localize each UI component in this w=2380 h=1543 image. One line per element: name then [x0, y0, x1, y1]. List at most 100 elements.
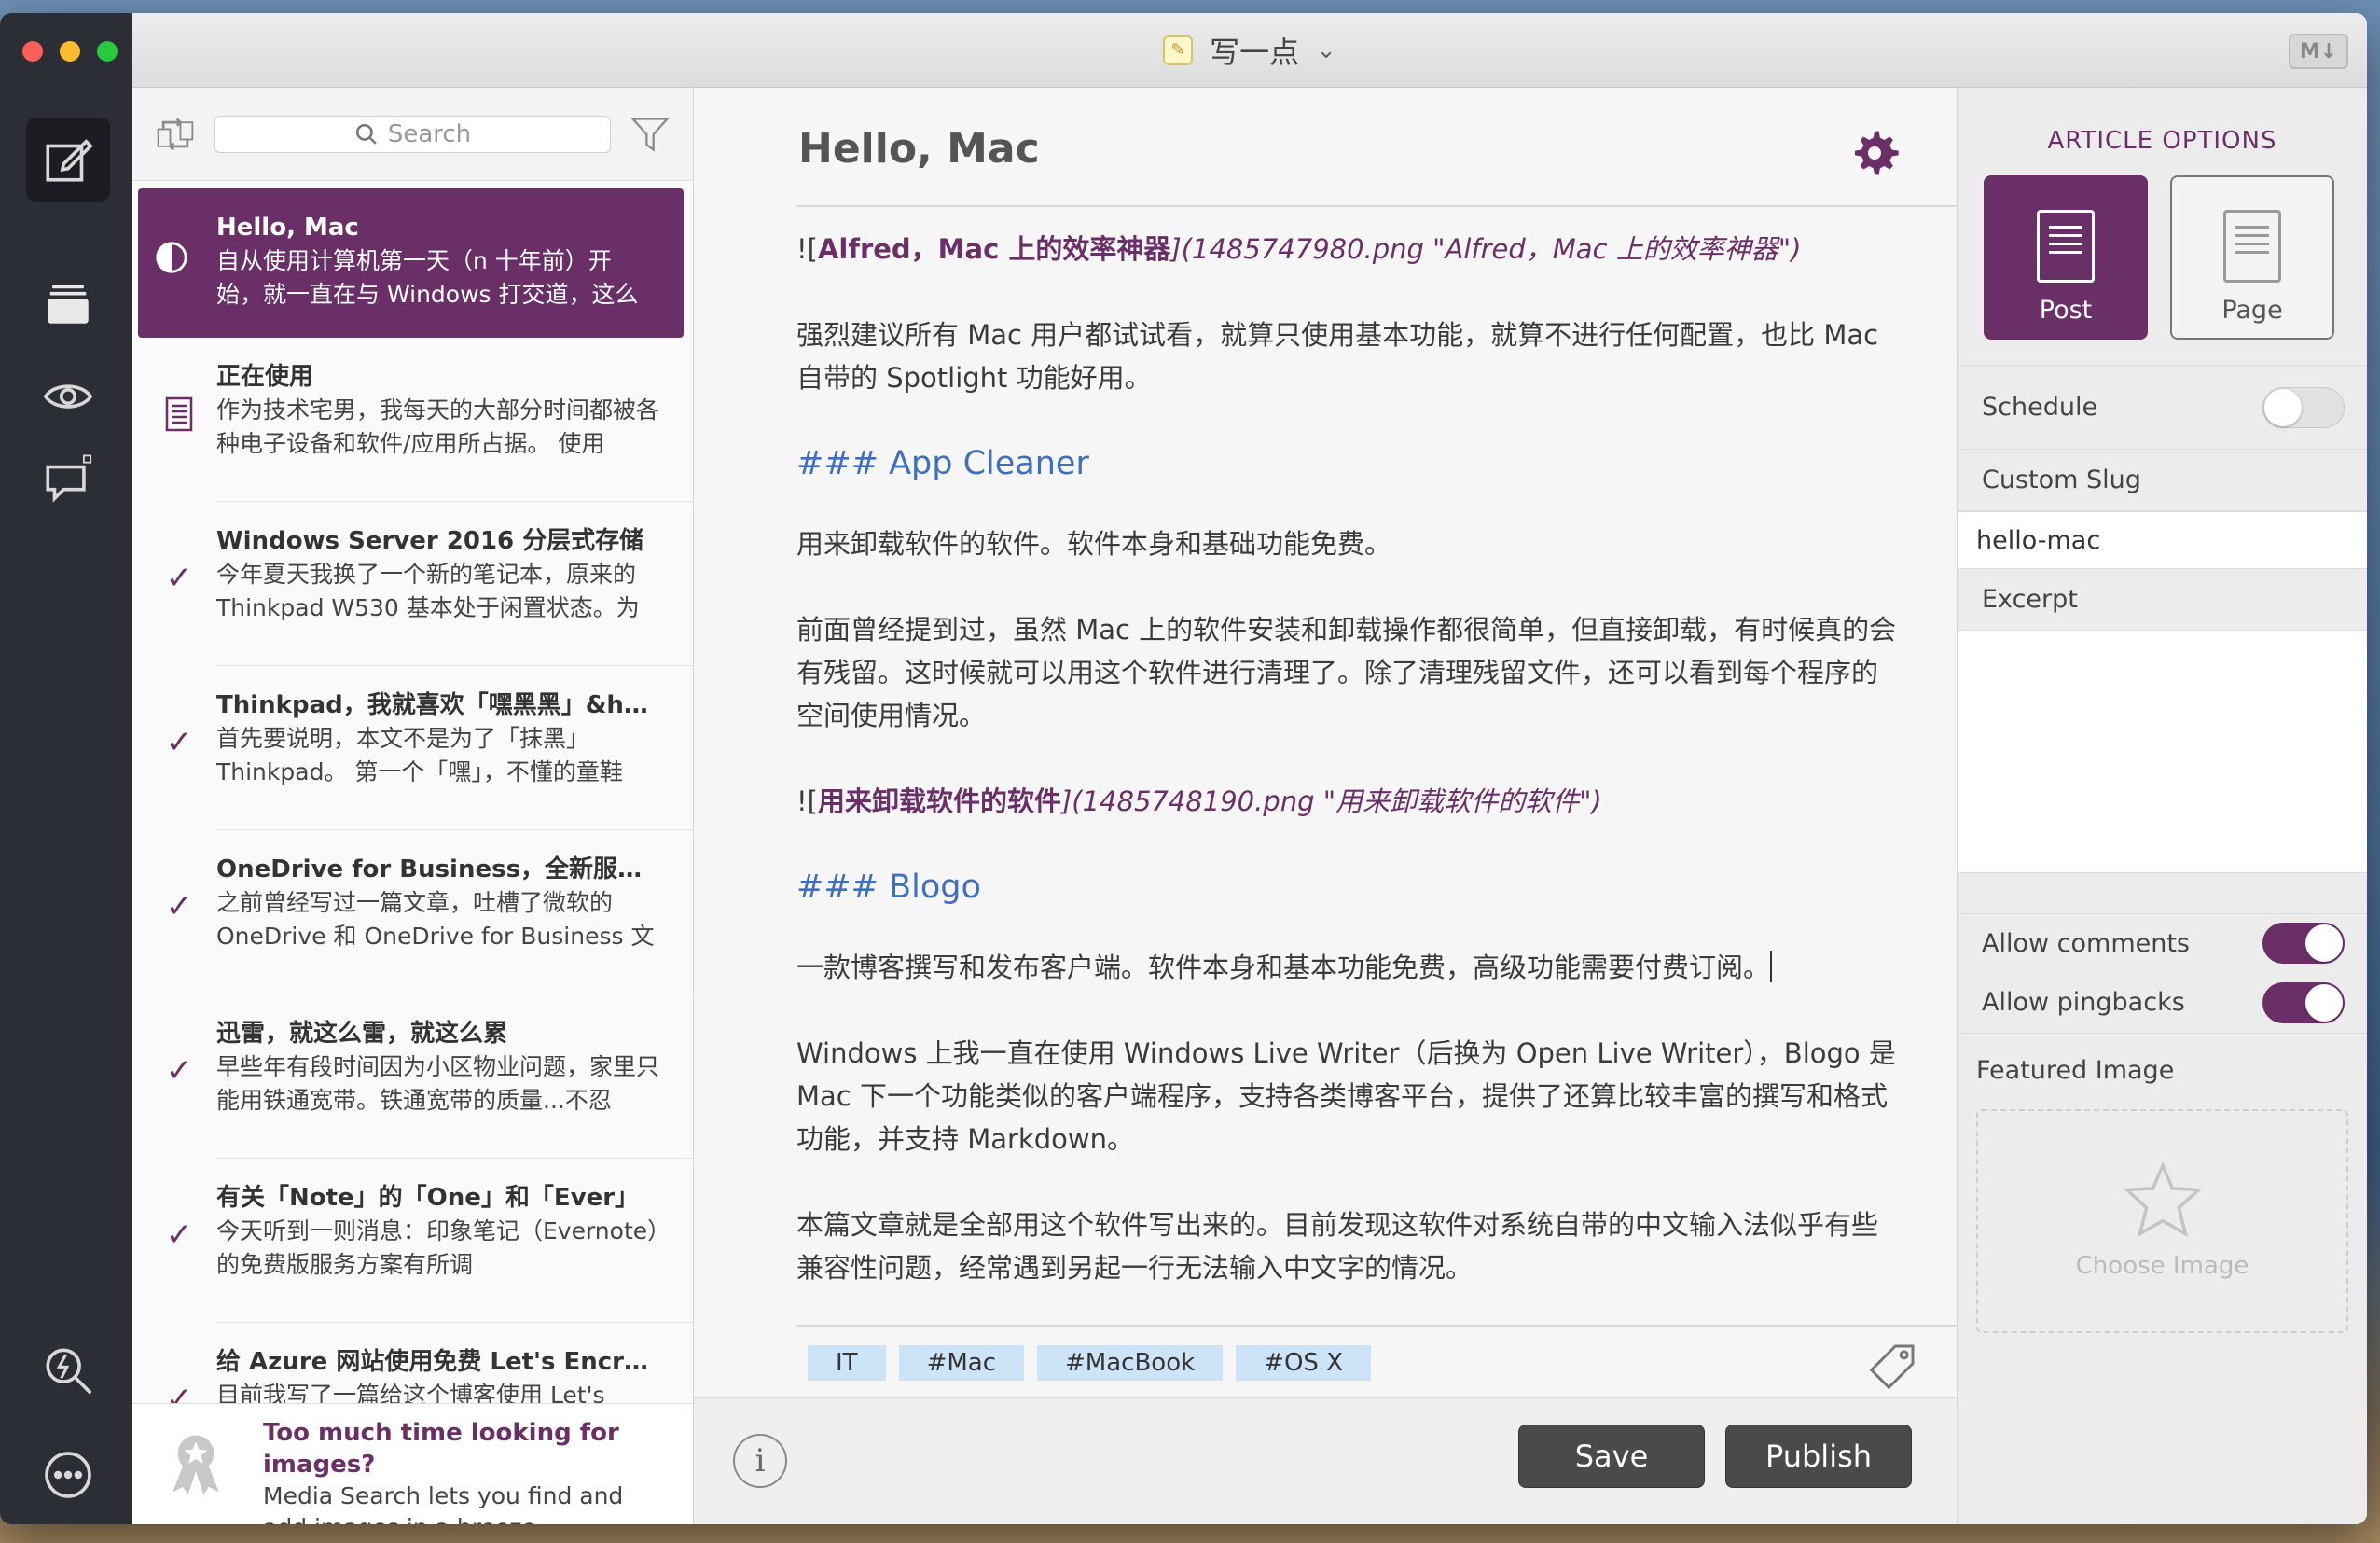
save-button[interactable]: Save — [1518, 1425, 1705, 1488]
eye-icon — [43, 384, 93, 409]
gear-icon[interactable] — [1848, 127, 1901, 179]
post-title: Windows Server 2016 分层式存储 — [216, 527, 644, 555]
chevron-down-icon[interactable]: ⌄ — [1316, 36, 1336, 64]
post-title-field[interactable]: Hello, Mac — [798, 125, 1040, 173]
tag-chip[interactable]: IT — [808, 1345, 886, 1381]
list-item[interactable]: ✓ Thinkpad，我就喜欢「嘿黑黑」&hellip; 首先要说明，本文不是为… — [166, 666, 693, 830]
tags-divider — [796, 1325, 1957, 1327]
markdown-editor[interactable]: ![Alfred，Mac 上的效率神器](1485747980.png "Alf… — [796, 228, 1897, 1332]
list-item[interactable]: ✓ OneDrive for Business，全新服务更... 之前曾经写过一… — [166, 830, 693, 994]
quick-search-button[interactable] — [26, 1328, 110, 1412]
post-excerpt: 目前我写了一篇给这个博客使用 Let's — [216, 1382, 605, 1403]
list-item[interactable]: Hello, Mac 自从使用计算机第一天（n 十年前）开始，就一直在与 Win… — [138, 188, 684, 338]
filter-icon — [630, 117, 670, 152]
stack-icon — [48, 285, 89, 324]
post-type-selector: Post Page — [1958, 155, 2367, 340]
pencil-note-icon: ✎ — [1163, 35, 1194, 65]
publish-button[interactable]: Publish — [1725, 1425, 1912, 1488]
allow-comments-row: Allow comments — [1958, 914, 2367, 972]
post-title: 迅雷，就这么雷，就这么累 — [216, 1020, 508, 1048]
allow-comments-label: Allow comments — [1982, 928, 2191, 958]
markdown-icon[interactable]: M↓ — [2289, 34, 2348, 69]
more-button[interactable] — [26, 1433, 110, 1517]
list-item[interactable]: ✓ Windows Server 2016 分层式存储 今年夏天我换了一个新的笔… — [166, 502, 693, 666]
blogs-button[interactable] — [26, 261, 110, 345]
paragraph-with-cursor: 一款博客撰写和发布客户端。软件本身和基本功能免费，高级功能需要付费订阅。 — [796, 951, 1773, 983]
sync-button[interactable] — [153, 112, 198, 157]
paragraph: 强烈建议所有 Mac 用户都试试看，就算只使用基本功能，就算不进行任何配置，也比… — [796, 319, 1879, 394]
title-divider — [796, 205, 1957, 207]
spacer — [1958, 873, 2367, 914]
allow-pingbacks-row: Allow pingbacks — [1958, 972, 2367, 1034]
document-icon — [159, 394, 200, 435]
promo-body: Media Search lets you find and add image… — [263, 1482, 624, 1524]
post-excerpt: 首先要说明，本文不是为了「抹黑」 Thinkpad。 第一个「嘿」，不懂的童鞋 — [216, 725, 623, 785]
post-excerpt: 作为技术宅男，我每天的大部分时间都被各种电子设备和软件/应用所占据。 使用 — [216, 396, 660, 457]
paragraph: 前面曾经提到过，虽然 Mac 上的软件安装和卸载操作都很简单，但直接卸载，有时候… — [796, 614, 1897, 731]
checkmark-icon: ✓ — [165, 1216, 193, 1254]
checkmark-icon: ✓ — [165, 888, 193, 925]
post-title: Thinkpad，我就喜欢「嘿黑黑」&hellip; — [216, 691, 661, 719]
post-title: 有关「Note」的「One」和「Ever」 — [216, 1184, 640, 1212]
paragraph: 本篇文章就是全部用这个软件写出来的。目前发现这软件对系统自带的中文输入法似乎有些… — [796, 1209, 1879, 1284]
image-markdown-2: ![用来卸载软件的软件](1485748190.png "用来卸载软件的软件") — [796, 785, 1602, 817]
search-placeholder: Search — [387, 119, 472, 148]
info-icon[interactable]: i — [733, 1434, 787, 1488]
tag-icon[interactable] — [1867, 1340, 1919, 1392]
paragraph: Windows 上我一直在使用 Windows Live Writer（后换为 … — [796, 1037, 1896, 1155]
left-rail — [0, 13, 132, 1524]
article-options-panel: ARTICLE OPTIONS Post Page Schedule Custo… — [1957, 88, 2367, 1524]
comments-button[interactable] — [26, 438, 110, 522]
list-item[interactable]: 正在使用 作为技术宅男，我每天的大部分时间都被各种电子设备和软件/应用所占据。 … — [165, 338, 693, 502]
post-title: 正在使用 — [216, 363, 314, 391]
list-item[interactable]: ✓ 给 Azure 网站使用免费 Let's Encrypt... 目前我写了一… — [166, 1323, 693, 1403]
media-search-promo[interactable]: Too much time looking for images? Media … — [132, 1403, 693, 1524]
slug-field[interactable]: hello-mac — [1958, 511, 2367, 569]
page-document-icon — [2223, 210, 2281, 283]
post-title: OneDrive for Business，全新服务更... — [216, 855, 661, 883]
search-input[interactable]: Search — [214, 115, 611, 153]
schedule-toggle[interactable] — [2262, 386, 2345, 428]
paragraph: 用来卸载软件的软件。软件本身和基础功能免费。 — [796, 528, 1392, 560]
image-markdown-1: ![Alfred，Mac 上的效率神器](1485747980.png "Alf… — [796, 233, 1802, 265]
list-item[interactable]: ✓ 迅雷，就这么雷，就这么累 早些年有段时间因为小区物业问题，家里只能用铁通宽带… — [166, 994, 693, 1159]
excerpt-field[interactable] — [1958, 631, 2367, 873]
close-window-button[interactable] — [22, 41, 43, 62]
compose-button[interactable] — [26, 118, 110, 202]
allow-pingbacks-toggle[interactable] — [2262, 981, 2345, 1023]
post-title: Hello, Mac — [216, 214, 359, 242]
blog-title[interactable]: 写一点 — [1210, 29, 1299, 72]
post-document-icon — [2037, 210, 2095, 283]
editor-pane: Hello, Mac ![Alfred，Mac 上的效率神器](14857479… — [694, 88, 1957, 1524]
titlebar: ✎ 写一点 ⌄ M↓ — [132, 13, 2367, 88]
tag-chip[interactable]: #MacBook — [1037, 1345, 1224, 1381]
heading-app-cleaner: ### App Cleaner — [796, 445, 1089, 482]
preview-button[interactable] — [26, 354, 110, 438]
more-dots-icon — [45, 1452, 91, 1498]
options-heading: ARTICLE OPTIONS — [2047, 127, 2277, 155]
tag-chip[interactable]: #OS X — [1236, 1345, 1372, 1381]
excerpt-row: Excerpt — [1958, 569, 2367, 631]
spacer — [1958, 340, 2367, 366]
allow-comments-toggle[interactable] — [2262, 923, 2345, 964]
post-type-page[interactable]: Page — [2170, 175, 2334, 340]
post-list: Hello, Mac 自从使用计算机第一天（n 十年前）开始，就一直在与 Win… — [132, 181, 693, 1403]
excerpt-label: Excerpt — [1982, 585, 2078, 614]
post-type-label: Post — [2039, 296, 2093, 325]
tag-list: IT #Mac #MacBook #OS X — [808, 1345, 1372, 1381]
list-item[interactable]: ✓ 有关「Note」的「One」和「Ever」 今天听到一则消息：印象笔记（Ev… — [166, 1159, 693, 1323]
checkmark-icon: ✓ — [165, 724, 193, 761]
minimize-window-button[interactable] — [60, 41, 80, 62]
post-excerpt: 自从使用计算机第一天（n 十年前）开始，就一直在与 Windows 打交道，这么 — [216, 247, 639, 308]
star-icon — [2123, 1162, 2202, 1237]
schedule-label: Schedule — [1982, 393, 2098, 422]
featured-image-dropzone[interactable]: Choose Image — [1976, 1109, 2348, 1333]
post-excerpt: 今年夏天我换了一个新的笔记本，原来的 Thinkpad W530 基本处于闲置状… — [216, 561, 640, 621]
tag-chip[interactable]: #Mac — [898, 1345, 1025, 1381]
heading-blogo: ### Blogo — [796, 869, 981, 906]
filter-button[interactable] — [628, 112, 672, 157]
draft-half-circle-icon — [151, 237, 192, 278]
text-cursor — [1770, 951, 1773, 982]
zoom-window-button[interactable] — [97, 41, 118, 62]
post-type-post[interactable]: Post — [1984, 175, 2148, 340]
